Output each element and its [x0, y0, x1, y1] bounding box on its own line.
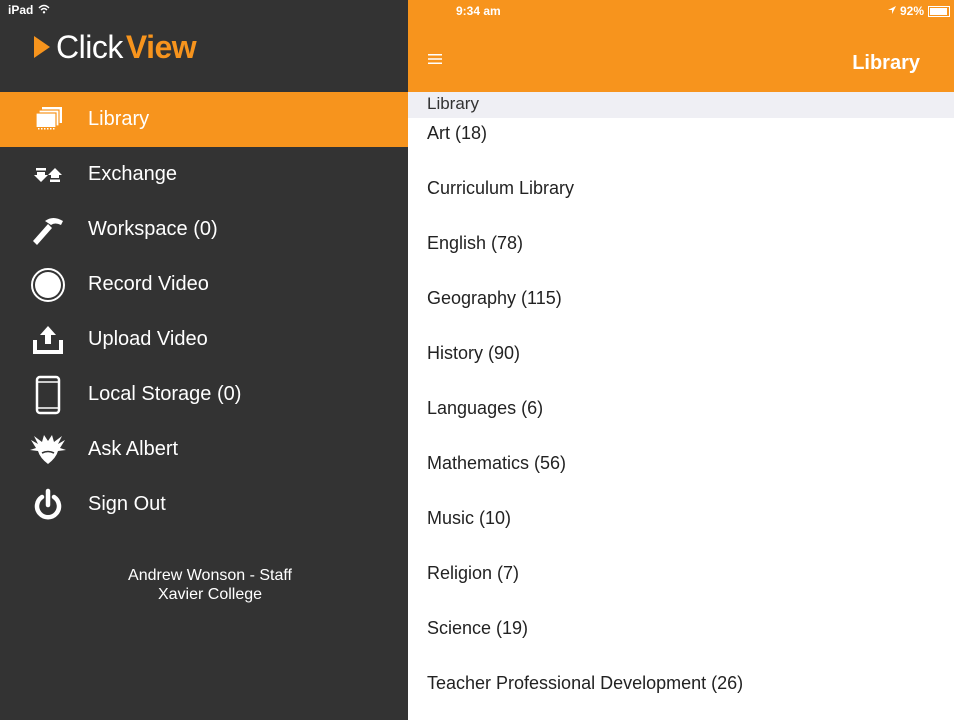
school-name: Xavier College	[157, 586, 263, 603]
section-header: Library	[408, 92, 954, 118]
sidebar-menu: Library Exchange Workspace (0) Record Vi…	[0, 92, 408, 532]
wifi-icon	[38, 4, 50, 17]
power-icon	[24, 485, 72, 525]
sidebar-item-local-storage[interactable]: Local Storage (0)	[0, 367, 408, 422]
hammer-icon	[24, 210, 72, 250]
sidebar-item-library[interactable]: Library	[0, 92, 408, 147]
sidebar-item-sign-out[interactable]: Sign Out	[0, 477, 408, 532]
page-title: Library	[852, 52, 920, 74]
main-panel: 9:34 am 92% Library Library Art (18) Cur…	[408, 0, 954, 720]
user-info: Andrew Wonson - Staff Xavier College	[0, 566, 420, 604]
library-icon	[24, 100, 72, 140]
list-item[interactable]: Science (19)	[408, 613, 954, 668]
sidebar-item-workspace[interactable]: Workspace (0)	[0, 202, 408, 257]
status-time: 9:34 am	[456, 4, 501, 18]
list-item[interactable]: Religion (7)	[408, 558, 954, 613]
sidebar-item-label: Workspace (0)	[88, 218, 218, 240]
battery-percent: 92%	[899, 4, 924, 18]
library-list: Art (18) Curriculum Library English (78)…	[408, 118, 954, 723]
play-triangle-icon	[34, 36, 50, 58]
record-icon	[24, 265, 72, 305]
exchange-icon	[24, 155, 72, 195]
status-right: 92%	[887, 4, 950, 18]
upload-icon	[24, 320, 72, 360]
list-item[interactable]: Geography (115)	[408, 283, 954, 338]
battery-fill	[930, 7, 947, 15]
sidebar-item-upload-video[interactable]: Upload Video	[0, 312, 408, 367]
sidebar-item-label: Record Video	[88, 273, 209, 295]
navigation-bar: 9:34 am 92% Library	[408, 0, 954, 92]
sidebar-item-record-video[interactable]: Record Video	[0, 257, 408, 312]
list-item[interactable]: Music (10)	[408, 503, 954, 558]
list-item[interactable]: English (78)	[408, 228, 954, 283]
sidebar-item-label: Sign Out	[88, 493, 166, 515]
logo-view-text: View	[125, 28, 197, 65]
logo-click-text: Click	[56, 28, 123, 65]
sidebar: iPad Click View Library Exchange Workspa…	[0, 0, 408, 720]
menu-icon[interactable]	[428, 52, 442, 70]
list-item[interactable]: Teacher Professional Development (26)	[408, 668, 954, 723]
sidebar-item-label: Local Storage (0)	[88, 383, 242, 405]
user-name: Andrew Wonson - Staff	[128, 567, 292, 584]
sidebar-item-label: Ask Albert	[88, 438, 179, 460]
sidebar-item-label: Upload Video	[88, 328, 208, 350]
list-item[interactable]: Art (18)	[408, 118, 954, 173]
location-arrow-icon	[887, 4, 897, 18]
list-item[interactable]: Mathematics (56)	[408, 448, 954, 503]
list-item[interactable]: Languages (6)	[408, 393, 954, 448]
device-label: iPad	[8, 3, 34, 17]
albert-icon	[24, 430, 72, 470]
sidebar-item-label: Library	[88, 108, 150, 130]
list-item[interactable]: History (90)	[408, 338, 954, 393]
sidebar-item-exchange[interactable]: Exchange	[0, 147, 408, 202]
status-bar-left: iPad	[0, 0, 408, 20]
clickview-logo: Click View	[0, 20, 408, 74]
list-item[interactable]: Curriculum Library	[408, 173, 954, 228]
sidebar-item-ask-albert[interactable]: Ask Albert	[0, 422, 408, 477]
device-icon	[24, 375, 72, 415]
sidebar-item-label: Exchange	[88, 163, 177, 185]
battery-icon	[928, 5, 950, 17]
